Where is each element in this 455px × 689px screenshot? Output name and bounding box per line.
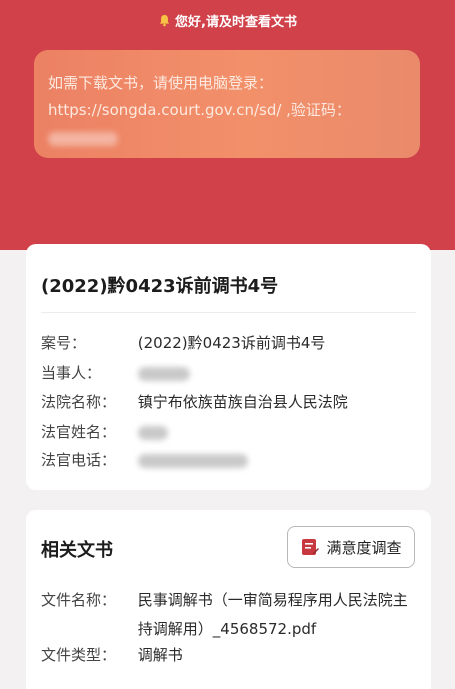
divider bbox=[41, 312, 416, 313]
bell-icon bbox=[159, 14, 170, 27]
case-info-card: (2022)黔0423诉前调书4号 案号： (2022)黔0423诉前调书4号 … bbox=[26, 244, 431, 490]
header-banner: 您好,请及时查看文书 如需下载文书，请使用电脑登录： https://songd… bbox=[0, 0, 455, 250]
case-number-value: (2022)黔0423诉前调书4号 bbox=[137, 334, 326, 352]
case-number-label: 案号： bbox=[41, 334, 87, 352]
court-row: 法院名称： 镇宁布依族苗族自治县人民法院 bbox=[41, 391, 348, 412]
greeting: 您好,请及时查看文书 bbox=[0, 11, 455, 30]
file-name-link[interactable]: 民事调解书（一审简易程序用人民法院主持调解用）_4568572.pdf bbox=[138, 586, 414, 644]
satisfaction-survey-button[interactable]: 满意度调查 bbox=[287, 526, 415, 568]
related-docs-title: 相关文书 bbox=[41, 540, 113, 561]
survey-icon bbox=[302, 539, 320, 555]
greeting-text: 您好,请及时查看文书 bbox=[175, 15, 297, 30]
case-title: (2022)黔0423诉前调书4号 bbox=[41, 276, 279, 297]
file-name-label: 文件名称： bbox=[41, 591, 117, 609]
judge-phone-row: 法官电话： bbox=[41, 449, 248, 470]
judge-phone-label: 法官电话： bbox=[41, 451, 117, 469]
judge-name-redacted bbox=[137, 425, 168, 440]
verification-code-redacted bbox=[48, 132, 118, 146]
judge-name-row: 法官姓名： bbox=[41, 421, 168, 442]
notice-line-1: 如需下载文书，请使用电脑登录： bbox=[48, 74, 274, 92]
file-type-row: 文件类型： 调解书 bbox=[41, 644, 414, 665]
case-number-row: 案号： (2022)黔0423诉前调书4号 bbox=[41, 332, 325, 353]
judge-name-label: 法官姓名： bbox=[41, 423, 117, 441]
judge-phone-redacted bbox=[137, 453, 248, 468]
party-label: 当事人： bbox=[41, 364, 102, 382]
download-notice: 如需下载文书，请使用电脑登录： https://songda.court.gov… bbox=[34, 50, 420, 158]
file-type-label: 文件类型： bbox=[41, 646, 117, 664]
survey-label: 满意度调查 bbox=[326, 538, 402, 557]
party-redacted bbox=[137, 366, 190, 381]
court-label: 法院名称： bbox=[41, 393, 117, 411]
related-docs-card: 相关文书 满意度调查 文件名称： 民事调解书（一审简易程序用人民法院主持调解用）… bbox=[26, 510, 431, 689]
party-row: 当事人： bbox=[41, 362, 190, 383]
court-value: 镇宁布依族苗族自治县人民法院 bbox=[137, 393, 348, 411]
file-name-row: 文件名称： 民事调解书（一审简易程序用人民法院主持调解用）_4568572.pd… bbox=[41, 586, 414, 644]
file-type-value: 调解书 bbox=[137, 646, 183, 664]
notice-line-2[interactable]: https://songda.court.gov.cn/sd/ ,验证码： bbox=[48, 97, 408, 124]
